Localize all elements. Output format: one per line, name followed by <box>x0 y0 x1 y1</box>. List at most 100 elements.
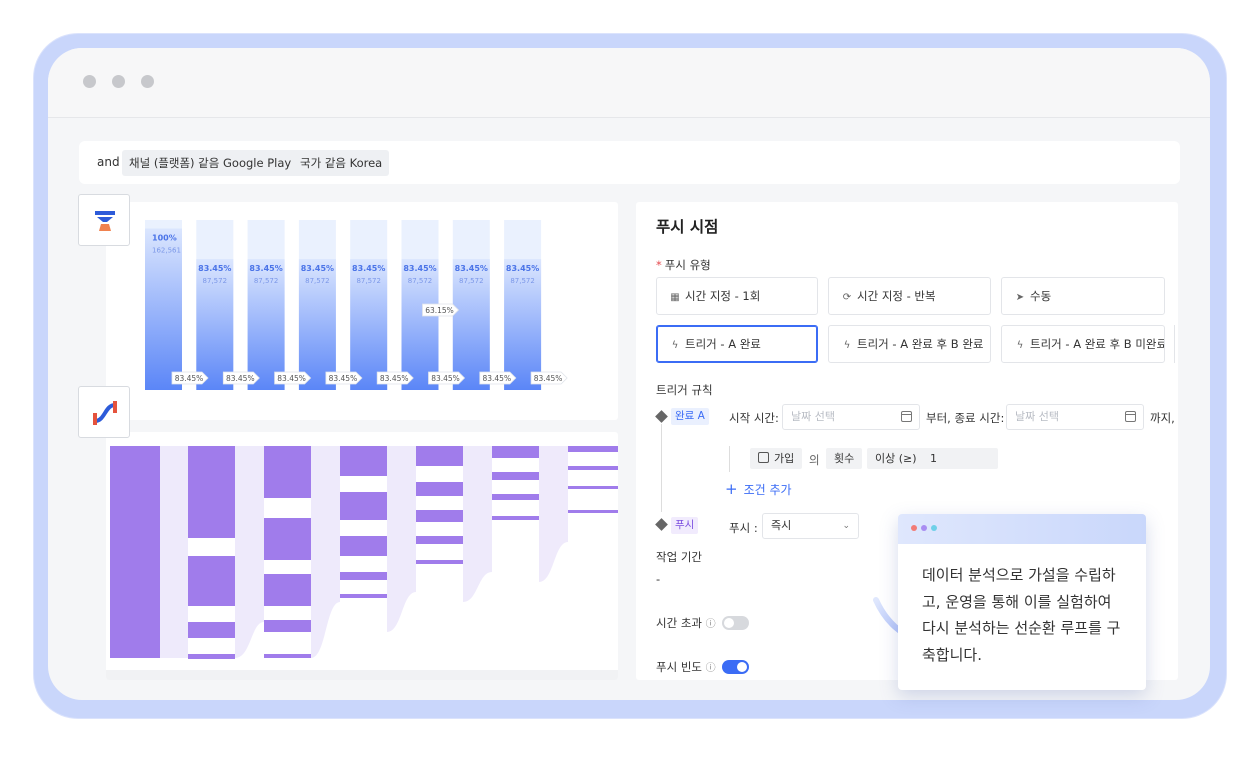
rule-step-marker <box>655 410 668 423</box>
flow-node[interactable] <box>188 622 235 638</box>
flow-node[interactable] <box>492 516 539 520</box>
event-select[interactable]: 가입 <box>750 448 803 469</box>
funnel-bar-count: 162,561 <box>152 247 181 255</box>
flow-node[interactable] <box>568 446 618 452</box>
calendar-icon <box>1125 411 1136 422</box>
flow-view-button[interactable] <box>78 386 130 438</box>
flow-node[interactable] <box>492 472 539 480</box>
flow-node[interactable] <box>264 574 311 606</box>
flow-node[interactable] <box>188 654 235 659</box>
funnel-bar-count: 87,572 <box>408 277 433 285</box>
flow-icon <box>93 401 117 425</box>
timeout-toggle[interactable] <box>722 616 749 630</box>
bolt-icon: ϟ <box>1016 340 1024 351</box>
flow-node[interactable] <box>188 556 235 606</box>
add-condition-button[interactable]: + 조건 추가 <box>725 480 792 498</box>
flow-node[interactable] <box>492 494 539 500</box>
flow-node[interactable] <box>340 446 387 476</box>
funnel-bar-count: 87,572 <box>459 277 484 285</box>
funnel-chart-panel: 100% 162,561 83.45% 87,572 83.45% 87,572 83.45… <box>106 202 618 420</box>
funnel-bar-count: 87,572 <box>356 277 381 285</box>
flow-link <box>539 446 568 582</box>
flow-node[interactable] <box>340 492 387 520</box>
funnel-bar-percent: 83.45% <box>455 264 488 273</box>
flow-node[interactable] <box>492 446 539 458</box>
funnel-view-button[interactable] <box>78 194 130 246</box>
chevron-down-icon: ⌄ <box>842 521 850 531</box>
push-type-repeat-button[interactable]: ⟳ 시간 지정 - 반복 <box>828 277 991 315</box>
start-date-input[interactable]: 날짜 선택 <box>782 404 920 430</box>
funnel-bar-percent: 83.45% <box>249 264 282 273</box>
user-flow-panel <box>106 432 618 680</box>
conversion-label: 83.45% <box>325 371 363 385</box>
frequency-toggle[interactable] <box>722 660 749 674</box>
push-step-marker <box>655 518 668 531</box>
more-options-edge <box>1174 325 1178 363</box>
rule-timeline <box>661 424 662 512</box>
flow-node[interactable] <box>416 446 463 466</box>
conversion-label: 83.45% <box>274 371 312 385</box>
flow-node[interactable] <box>264 518 311 560</box>
flow-link <box>311 446 340 658</box>
flow-node[interactable] <box>416 560 463 564</box>
user-flow-diagram <box>106 446 618 680</box>
flow-node[interactable] <box>264 620 311 632</box>
filter-chip-country[interactable]: 국가 같음 Korea <box>293 150 390 176</box>
flow-node[interactable] <box>188 446 235 538</box>
svg-text:83.45%: 83.45% <box>380 374 409 383</box>
flow-node[interactable] <box>340 572 387 580</box>
timeout-label: 시간 초과 ⓘ <box>656 616 716 630</box>
popup-header <box>898 514 1146 544</box>
flow-link <box>463 446 492 602</box>
metric-select[interactable]: 횟수 <box>826 448 863 469</box>
conversion-label: 83.45% <box>222 371 260 385</box>
flow-node[interactable] <box>416 482 463 496</box>
info-popup: 데이터 분석으로 가설을 수립하고, 운영을 통해 이를 실험하여 다시 분석하… <box>898 514 1146 690</box>
flow-node[interactable] <box>264 654 311 658</box>
funnel-icon <box>95 211 115 231</box>
flow-node[interactable] <box>568 486 618 489</box>
end-date-input[interactable]: 날짜 선택 <box>1006 404 1144 430</box>
svg-text:83.45%: 83.45% <box>534 374 563 383</box>
funnel-bar-percent: 83.45% <box>506 264 539 273</box>
flow-node[interactable] <box>340 536 387 556</box>
filter-and-label: and <box>97 155 120 169</box>
funnel-bar-count: 87,572 <box>254 277 279 285</box>
push-type-once-button[interactable]: ▦ 시간 지정 - 1회 <box>656 277 818 315</box>
funnel-bar-percent: 83.45% <box>198 264 231 273</box>
conversion-label: 83.45% <box>171 371 209 385</box>
window-close-dot[interactable] <box>83 75 96 88</box>
flow-node[interactable] <box>340 594 387 598</box>
flow-node[interactable] <box>568 466 618 470</box>
push-type-label: * 푸시 유형 <box>656 258 711 272</box>
count-input[interactable]: 1 <box>922 448 998 469</box>
window-minimize-dot[interactable] <box>112 75 125 88</box>
operator-select[interactable]: 이상 (≥) <box>867 448 925 469</box>
popup-dot-purple <box>921 525 927 531</box>
flow-node[interactable] <box>416 510 463 522</box>
info-icon: ⓘ <box>705 619 716 630</box>
conversion-label: 83.45% <box>428 371 466 385</box>
panel-title: 푸시 시점 <box>656 218 719 236</box>
push-type-manual-button[interactable]: ➤ 수동 <box>1001 277 1165 315</box>
push-type-trigger-a-button[interactable]: ϟ 트리거 - A 완료 <box>656 325 818 363</box>
flow-node[interactable] <box>110 446 160 658</box>
push-type-trigger-ab-button[interactable]: ϟ 트리거 - A 완료 후 B 완료 <box>828 325 991 363</box>
svg-text:83.45%: 83.45% <box>431 374 460 383</box>
trigger-rule-label: 트리거 규칙 <box>656 383 713 397</box>
window-titlebar <box>48 48 1210 118</box>
bolt-icon: ϟ <box>671 340 679 351</box>
push-timing-select[interactable]: 즉시 ⌄ <box>762 513 859 539</box>
svg-text:83.45%: 83.45% <box>277 374 306 383</box>
popup-dot-cyan <box>931 525 937 531</box>
window-maximize-dot[interactable] <box>141 75 154 88</box>
flow-node[interactable] <box>568 510 618 513</box>
push-type-trigger-a-not-b-button[interactable]: ϟ 트리거 - A 완료 후 B 미완료 <box>1001 325 1165 363</box>
flow-node[interactable] <box>416 536 463 544</box>
flow-scrollbar[interactable] <box>106 670 618 680</box>
flow-node[interactable] <box>264 446 311 498</box>
svg-text:83.45%: 83.45% <box>226 374 255 383</box>
frequency-label: 푸시 빈도 ⓘ <box>656 660 716 674</box>
filter-chip-channel[interactable]: 채널 (플랫폼) 같음 Google Play <box>122 150 299 176</box>
conversion-label: 83.45% <box>376 371 414 385</box>
